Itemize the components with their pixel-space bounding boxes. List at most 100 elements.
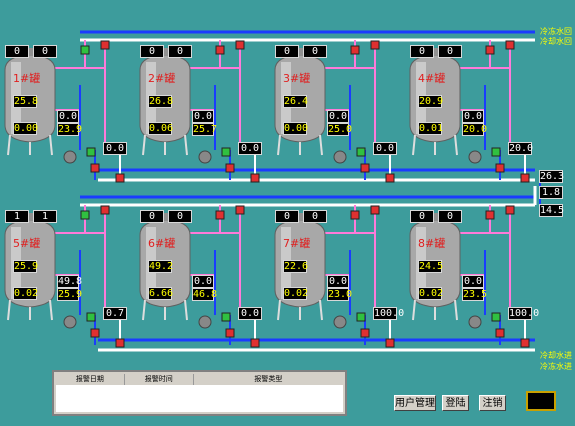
tank-setpoint-left: 0 <box>140 210 164 223</box>
valve-icon <box>350 45 360 55</box>
tank-setpoint-right: 0 <box>438 210 462 223</box>
tank-level: 0.00 <box>283 122 309 135</box>
tank-name: 5#罐 <box>13 237 41 250</box>
tank-temperature: 26.4 <box>283 95 309 108</box>
alarm-table-header: 报警日期 报警时间 报警类型 <box>56 374 343 385</box>
tank-side-bottom: 23.9 <box>57 123 83 136</box>
tank-side-bottom: 23.5 <box>462 288 488 301</box>
tank-name: 6#罐 <box>148 237 176 250</box>
tank-level: 0.02 <box>13 287 39 300</box>
pump-icon <box>198 315 212 329</box>
tank-leg <box>49 134 53 156</box>
tank-pump-value: 0.0 <box>238 142 262 155</box>
tank-level: 0.02 <box>418 287 444 300</box>
user-management-button[interactable]: 用户管理 <box>394 395 436 411</box>
valve-icon <box>360 328 370 338</box>
tank-leg <box>412 299 416 321</box>
pump-icon <box>333 150 347 164</box>
right-reading-1: 26.3 <box>539 170 565 183</box>
pump-icon <box>468 150 482 164</box>
tank-side-top: 49.8 <box>57 275 83 288</box>
pump-icon <box>198 150 212 164</box>
valve-icon <box>115 338 125 348</box>
valve-icon <box>250 338 260 348</box>
valve-icon <box>225 163 235 173</box>
tank-temperature: 24.5 <box>418 260 444 273</box>
valve-icon <box>520 173 530 183</box>
tank-side-top: 0.0 <box>192 110 214 123</box>
tank-setpoint-right: 0 <box>303 45 327 58</box>
tank-name: 7#罐 <box>283 237 311 250</box>
tank-setpoint-right: 0 <box>303 210 327 223</box>
tank-temperature: 26.8 <box>148 95 174 108</box>
label-supply-2: 冷冻水进 <box>540 362 572 371</box>
tank-pump-value: 0.7 <box>103 307 127 320</box>
label-return-2: 冷却水回 <box>540 37 572 46</box>
valve-icon <box>356 312 366 322</box>
tank-level: 0.00 <box>13 122 39 135</box>
valve-icon <box>80 210 90 220</box>
tank-setpoint-left: 0 <box>5 45 29 58</box>
tank-side-top: 0.0 <box>57 110 79 123</box>
tank-pump-value: 0.0 <box>238 307 262 320</box>
tank-name: 2#罐 <box>148 72 176 85</box>
tank-leg <box>454 134 458 156</box>
tank-leg <box>7 134 11 156</box>
tank-side-top: 0.0 <box>327 275 349 288</box>
valve-icon <box>485 45 495 55</box>
alarm-col-time: 报警时间 <box>125 374 194 385</box>
alarm-table-body[interactable] <box>56 385 343 412</box>
pump-icon <box>63 150 77 164</box>
tank-name: 1#罐 <box>13 72 41 85</box>
tank-temperature: 49.2 <box>148 260 174 273</box>
valve-icon <box>100 40 110 50</box>
right-reading-3: 14.5 <box>539 204 565 217</box>
tank-setpoint-right: 0 <box>168 45 192 58</box>
logo-icon[interactable] <box>526 391 556 411</box>
alarm-col-type: 报警类型 <box>254 375 283 383</box>
tank-leg <box>319 299 323 321</box>
valve-icon <box>360 163 370 173</box>
valve-icon <box>495 328 505 338</box>
valve-icon <box>385 173 395 183</box>
tank-leg <box>319 134 323 156</box>
tank-level: 0.06 <box>148 122 174 135</box>
login-button[interactable]: 登陆 <box>442 395 469 411</box>
logout-button[interactable]: 注销 <box>479 395 506 411</box>
tank-side-bottom: 25.0 <box>327 123 353 136</box>
valve-icon <box>485 210 495 220</box>
tank-temperature: 25.9 <box>13 260 39 273</box>
tank-side-top: 0.0 <box>462 275 484 288</box>
tank-side-bottom: 20.0 <box>462 123 488 136</box>
valve-icon <box>215 210 225 220</box>
valve-icon <box>370 40 380 50</box>
tank-pump-value: 100.0 <box>508 307 540 320</box>
valve-icon <box>225 328 235 338</box>
valve-icon <box>215 45 225 55</box>
valve-icon <box>250 173 260 183</box>
valve-icon <box>520 338 530 348</box>
valve-icon <box>495 163 505 173</box>
tank-side-bottom: 23.0 <box>327 288 353 301</box>
valve-icon <box>86 312 96 322</box>
tank-setpoint-right: 0 <box>168 210 192 223</box>
tank-pump-value: 0.0 <box>103 142 127 155</box>
alarm-col-date: 报警日期 <box>56 374 125 385</box>
tank-leg <box>184 299 188 321</box>
pump-icon <box>468 315 482 329</box>
valve-icon <box>356 147 366 157</box>
tank-setpoint-left: 0 <box>140 45 164 58</box>
tank-side-bottom: 25.7 <box>192 123 218 136</box>
tank-temperature: 20.9 <box>418 95 444 108</box>
tank-name: 3#罐 <box>283 72 311 85</box>
tank-name: 4#罐 <box>418 72 446 85</box>
valve-icon <box>80 45 90 55</box>
tank-pump-value: 0.0 <box>373 142 397 155</box>
valve-icon <box>221 312 231 322</box>
valve-icon <box>100 205 110 215</box>
tank-leg <box>454 299 458 321</box>
tank-level: 6.66 <box>148 287 174 300</box>
tank-pump-value: 100.0 <box>373 307 405 320</box>
tank-side-top: 0.0 <box>192 275 214 288</box>
valve-icon <box>505 40 515 50</box>
